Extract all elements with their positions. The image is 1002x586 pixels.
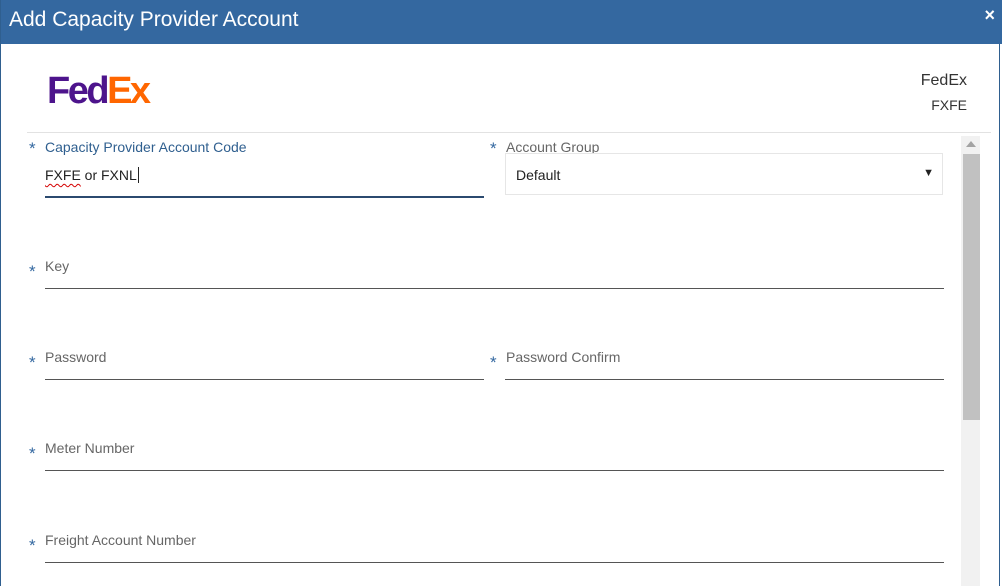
- add-capacity-provider-dialog: Add Capacity Provider Account × FedEx Fe…: [0, 0, 1002, 586]
- required-marker: *: [29, 536, 36, 555]
- text-cursor: [137, 167, 139, 183]
- logo-fed-text: Fed: [47, 70, 110, 112]
- required-marker: *: [29, 444, 36, 463]
- meter-number-label: Meter Number: [45, 440, 135, 456]
- dialog-titlebar: Add Capacity Provider Account ×: [1, 0, 1002, 44]
- account-group-selected: Default: [516, 167, 561, 183]
- fedex-logo: FedEx: [47, 70, 151, 112]
- dropdown-arrow-icon[interactable]: ▼: [923, 167, 934, 179]
- vertical-scrollbar[interactable]: [961, 136, 980, 586]
- account-code-input[interactable]: FXFE or FXNL: [45, 167, 139, 183]
- account-code-value-rest: or FXNL: [80, 167, 137, 183]
- password-input[interactable]: [45, 379, 484, 380]
- header-separator: [27, 132, 991, 133]
- scroll-up-arrow-icon[interactable]: [966, 141, 976, 147]
- logo-ex-text: Ex: [107, 70, 151, 112]
- misspelled-text: FXFE: [45, 167, 81, 183]
- carrier-code: FXFE: [931, 97, 967, 113]
- password-label: Password: [45, 349, 107, 365]
- account-code-label: Capacity Provider Account Code: [45, 139, 247, 155]
- freight-account-number-input[interactable]: [45, 562, 944, 563]
- required-marker: *: [29, 353, 36, 372]
- account-group-select[interactable]: Default ▼: [505, 153, 943, 195]
- freight-account-number-label: Freight Account Number: [45, 532, 196, 548]
- dialog-title: Add Capacity Provider Account: [9, 8, 299, 31]
- scrollbar-thumb[interactable]: [963, 154, 980, 420]
- account-code-underline: [45, 196, 484, 198]
- required-marker: *: [29, 139, 36, 158]
- key-label: Key: [45, 258, 70, 274]
- meter-number-input[interactable]: [45, 470, 944, 471]
- required-marker: *: [490, 139, 497, 158]
- password-confirm-input[interactable]: [505, 379, 944, 380]
- password-confirm-label: Password Confirm: [506, 349, 621, 365]
- carrier-name: FedEx: [920, 72, 967, 89]
- close-icon[interactable]: ×: [984, 5, 995, 25]
- key-input[interactable]: [45, 288, 944, 289]
- required-marker: *: [490, 353, 497, 372]
- required-marker: *: [29, 262, 36, 281]
